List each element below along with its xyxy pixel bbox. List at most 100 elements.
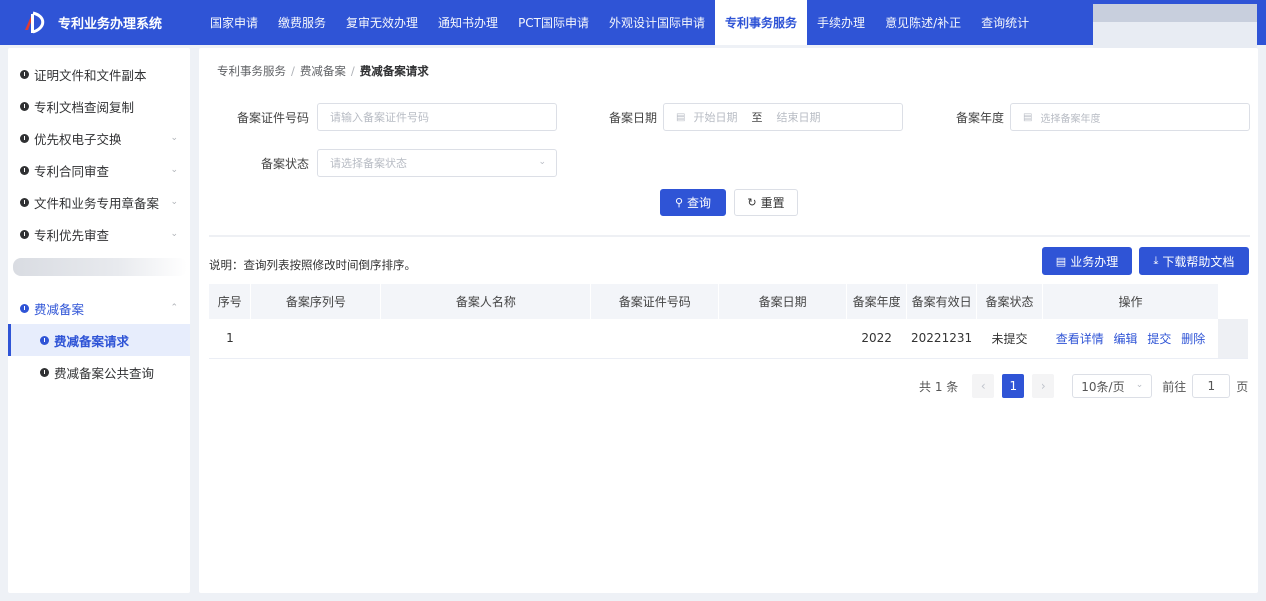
main-panel: 专利事务服务 / 费减备案 / 费减备案请求 备案证件号码 请输入备案证件号码 备案日期… [199, 48, 1258, 593]
filing-date-range-picker[interactable]: ▤ 开始日期 至 结束日期 [663, 103, 903, 131]
page-number-button[interactable]: 1 [1002, 374, 1025, 398]
edit-link[interactable]: 编辑 [1114, 332, 1138, 346]
nav-item-pct[interactable]: PCT国际申请 [508, 0, 599, 45]
goto-page-input[interactable]: 1 [1192, 374, 1231, 398]
business-handle-button[interactable]: ▤ 业务办理 [1042, 247, 1132, 275]
business-handle-label: 业务办理 [1070, 254, 1119, 269]
search-icon: ⚲ [674, 196, 684, 209]
nav-item-patent-affairs[interactable]: 专利事务服务 [715, 0, 808, 45]
cert-number-input[interactable]: 请输入备案证件号码 [317, 103, 557, 131]
pagination-total: 共 1 条 [919, 379, 959, 394]
col-name: 备案人名称 [380, 284, 592, 319]
page-size-value: 10条/页 [1081, 379, 1125, 394]
cell-year: 2022 [846, 319, 907, 359]
filing-year-placeholder: 选择备案年度 [1040, 113, 1101, 125]
brand: 专利业务办理系统 [0, 10, 200, 36]
delete-link[interactable]: 删除 [1181, 332, 1205, 346]
download-help-button[interactable]: ⤓ 下载帮助文档 [1139, 247, 1249, 275]
filing-year-label: 备案年度 [955, 111, 1004, 125]
breadcrumb-item[interactable]: 专利事务服务 [217, 64, 286, 78]
nav-item-payment-service[interactable]: 缴费服务 [268, 0, 336, 45]
filing-date-label: 备案日期 [608, 111, 657, 125]
download-help-label: 下载帮助文档 [1162, 254, 1235, 269]
next-page-button[interactable]: › [1032, 374, 1055, 398]
info-icon [20, 197, 29, 207]
sidebar-item-fee-reduction-request[interactable]: 费减备案请求 [8, 324, 190, 356]
document-icon: ▤ [1055, 254, 1067, 268]
col-cert: 备案证件号码 [590, 284, 720, 319]
prev-page-button[interactable]: ‹ [972, 374, 995, 398]
calendar-icon: ▤ [676, 111, 686, 123]
date-end-placeholder: 结束日期 [776, 111, 821, 124]
sidebar-item-label: 文件和业务专用章备案 [34, 195, 160, 211]
filing-status-placeholder: 请选择备案状态 [330, 157, 407, 170]
cell-actions: 查看详情 编辑 提交 删除 [1042, 319, 1219, 359]
sidebar-item-priority-exchange[interactable]: 优先权电子交换 ⌄ [8, 122, 190, 154]
breadcrumb-item[interactable]: 费减备案 [300, 64, 346, 78]
sidebar-item-document-copy[interactable]: 专利文档查阅复制 [8, 90, 190, 122]
cell-cert [590, 319, 719, 359]
nav-item-opinion-correction[interactable]: 意见陈述/补正 [875, 0, 971, 45]
page-size-select[interactable]: 10条/页 ⌄ [1072, 374, 1153, 398]
page-unit-label: 页 [1236, 379, 1249, 394]
nav-item-review-invalidation[interactable]: 复审无效办理 [336, 0, 428, 45]
col-date: 备案日期 [718, 284, 848, 319]
sidebar-item-fee-reduction-public-query[interactable]: 费减备案公共查询 [8, 356, 190, 388]
nav-item-design-international[interactable]: 外观设计国际申请 [599, 0, 715, 45]
sidebar-item-label: 费减备案公共查询 [54, 365, 155, 381]
filing-year-picker[interactable]: ▤ 选择备案年度 [1010, 103, 1250, 131]
view-details-link[interactable]: 查看详情 [1056, 332, 1104, 346]
logo-icon [25, 11, 45, 33]
calendar-icon: ▤ [1023, 111, 1033, 123]
info-icon [20, 101, 29, 111]
sidebar-item-priority-examination[interactable]: 专利优先审查 ⌄ [8, 218, 190, 250]
redacted-area [13, 258, 187, 276]
filing-status-select[interactable]: 请选择备案状态 ⌄ [317, 149, 557, 177]
sidebar-item-seal-filing[interactable]: 文件和业务专用章备案 ⌄ [8, 186, 190, 218]
info-icon [20, 165, 29, 175]
reset-button[interactable]: ↻ 重置 [734, 189, 798, 216]
chevron-down-icon: ⌄ [170, 229, 178, 239]
nav-item-national-application[interactable]: 国家申请 [200, 0, 268, 45]
sidebar-item-contract-review[interactable]: 专利合同审查 ⌄ [8, 154, 190, 186]
col-index: 序号 [209, 284, 252, 319]
nav-item-query-stats[interactable]: 查询统计 [971, 0, 1039, 45]
info-icon [20, 303, 29, 313]
filing-status-label: 备案状态 [260, 157, 309, 171]
sidebar: 证明文件和文件副本 专利文档查阅复制 优先权电子交换 ⌄ 专利合同审查 ⌄ 文件… [8, 48, 190, 593]
filing-table: 序号 备案序列号 备案人名称 备案证件号码 备案日期 备案年度 备案有效日 备案… [209, 284, 1249, 359]
top-navigation-bar: 专利业务办理系统 国家申请 缴费服务 复审无效办理 通知书办理 PCT国际申请 … [0, 0, 1266, 45]
table-row: 1 2022 20221231 未提交 查看详情 编辑 提交 删除 [209, 319, 1248, 359]
pagination: 共 1 条 ‹ 1 › 10条/页 ⌄ 前往 1 页 [919, 374, 1248, 398]
submit-link[interactable]: 提交 [1147, 332, 1171, 346]
info-icon [40, 335, 49, 345]
scroll-gutter [1218, 284, 1249, 319]
sidebar-item-label: 专利优先审查 [34, 227, 110, 243]
nav-item-procedures[interactable]: 手续办理 [807, 0, 875, 45]
divider [209, 235, 1250, 237]
cert-number-label: 备案证件号码 [236, 111, 309, 125]
sidebar-item-label: 证明文件和文件副本 [34, 67, 147, 83]
app-title: 专利业务办理系统 [58, 17, 163, 32]
sidebar-item-certificates[interactable]: 证明文件和文件副本 [8, 58, 190, 90]
chevron-up-icon: ⌃ [170, 303, 178, 313]
main-nav: 国家申请 缴费服务 复审无效办理 通知书办理 PCT国际申请 外观设计国际申请 … [200, 0, 1039, 45]
info-icon [20, 133, 29, 143]
breadcrumb: 专利事务服务 / 费减备案 / 费减备案请求 [217, 64, 429, 78]
list-note: 说明：查询列表按照修改时间倒序排序。 [209, 258, 416, 272]
date-start-placeholder: 开始日期 [693, 111, 738, 124]
nav-item-notices[interactable]: 通知书办理 [428, 0, 508, 45]
chevron-down-icon: ⌄ [538, 157, 546, 167]
search-button[interactable]: ⚲ 查询 [660, 189, 726, 216]
date-range-separator: 至 [751, 111, 763, 124]
col-year: 备案年度 [846, 284, 908, 319]
sidebar-item-label: 专利文档查阅复制 [34, 99, 135, 115]
scroll-gutter [1218, 319, 1248, 359]
sidebar-item-label: 优先权电子交换 [34, 131, 122, 147]
sidebar-item-label: 费减备案请求 [54, 333, 130, 349]
info-icon [40, 367, 49, 377]
sidebar-section-fee-reduction[interactable]: 费减备案 ⌃ [8, 292, 190, 324]
col-actions: 操作 [1042, 284, 1219, 319]
cert-number-placeholder: 请输入备案证件号码 [330, 111, 429, 124]
sidebar-section-label: 费减备案 [34, 301, 85, 317]
